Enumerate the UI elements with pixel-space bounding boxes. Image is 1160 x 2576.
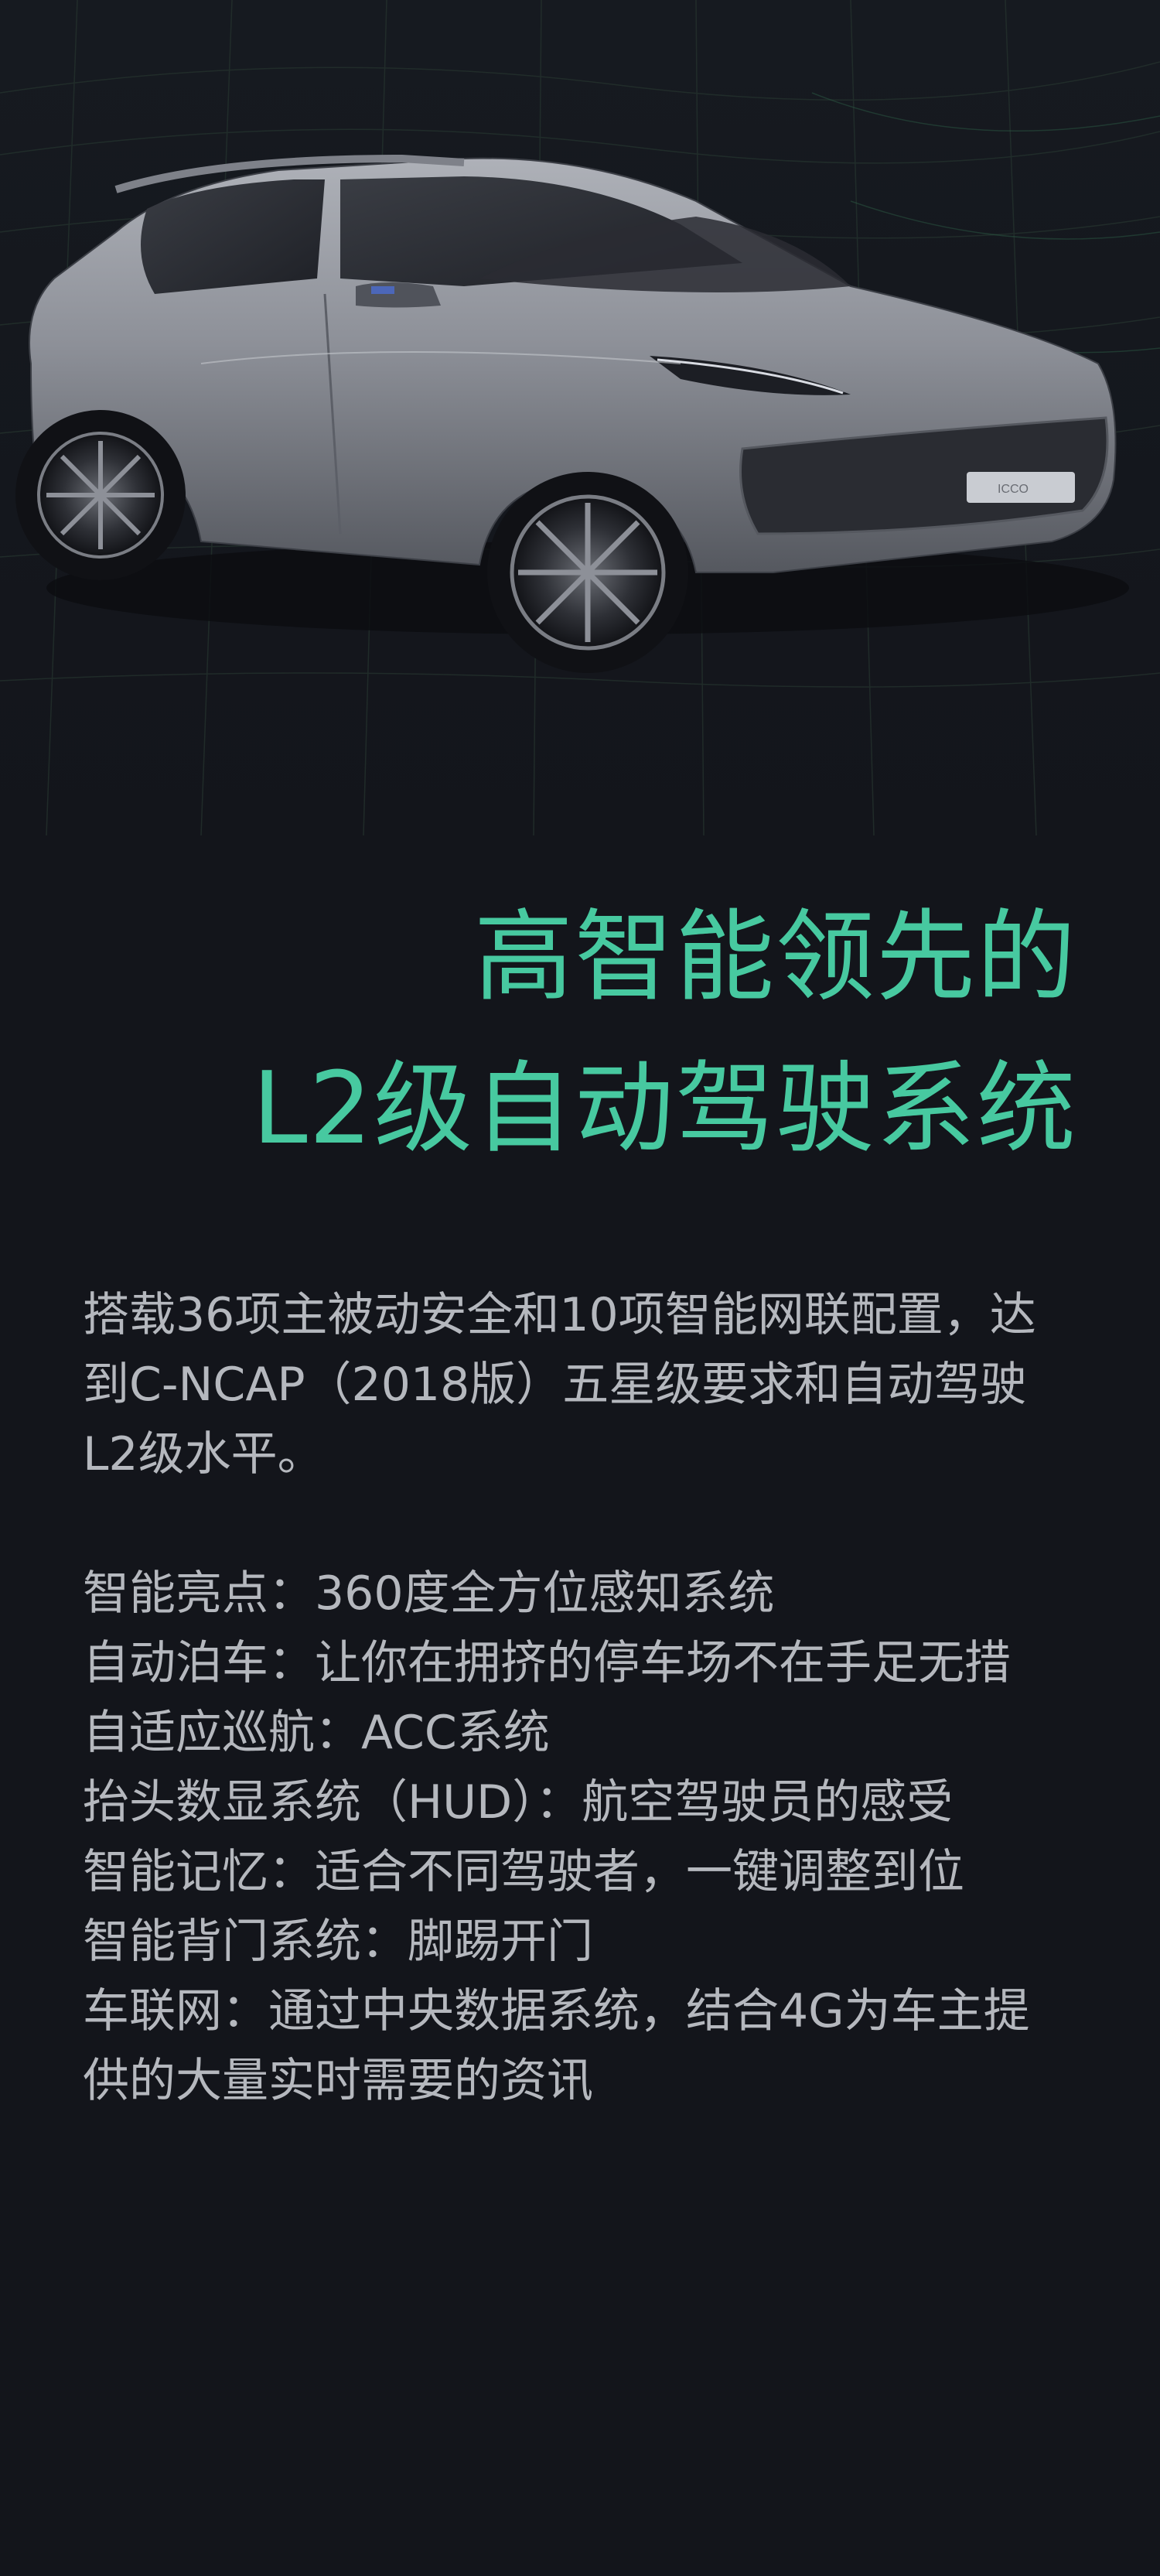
hero-car-image: ICCO xyxy=(0,0,1160,835)
feature-item: 自动泊车：让你在拥挤的停车场不在手足无措 xyxy=(83,1636,1011,1690)
feature-item: 自适应巡航：ACC系统 xyxy=(83,1706,550,1760)
headline-line-2: L2级自动驾驶系统 xyxy=(252,1051,1077,1167)
intro-line-3: L2级水平。 xyxy=(83,1427,324,1481)
car-illustration: ICCO xyxy=(0,0,1160,835)
feature-item: 抬头数显系统（HUD）：航空驾驶员的感受 xyxy=(83,1775,954,1830)
headline-line-1: 高智能领先的 xyxy=(473,900,1077,1015)
feature-item: 智能亮点：360度全方位感知系统 xyxy=(83,1566,775,1621)
feature-item: 车联网：通过中央数据系统，结合4G为车主提 xyxy=(83,1984,1030,2038)
feature-item: 供的大量实时需要的资讯 xyxy=(83,2054,593,2108)
intro-line-1: 搭载36项主被动安全和10项智能网联配置，达 xyxy=(83,1288,1036,1342)
intro-line-2: 到C-NCAP（2018版）五星级要求和自动驾驶 xyxy=(83,1358,1027,1412)
feature-list: 智能亮点：360度全方位感知系统 自动泊车：让你在拥挤的停车场不在手足无措 自适… xyxy=(83,1559,1104,2116)
intro-paragraph: 搭载36项主被动安全和10项智能网联配置，达 到C-NCAP（2018版）五星级… xyxy=(83,1280,1088,1489)
grille-badge-text: ICCO xyxy=(998,483,1029,496)
feature-item: 智能背门系统：脚踢开门 xyxy=(83,1915,593,1969)
feature-item: 智能记忆：适合不同驾驶者，一键调整到位 xyxy=(83,1845,964,1899)
headline: 高智能领先的 L2级自动驾驶系统 xyxy=(72,882,1077,1185)
